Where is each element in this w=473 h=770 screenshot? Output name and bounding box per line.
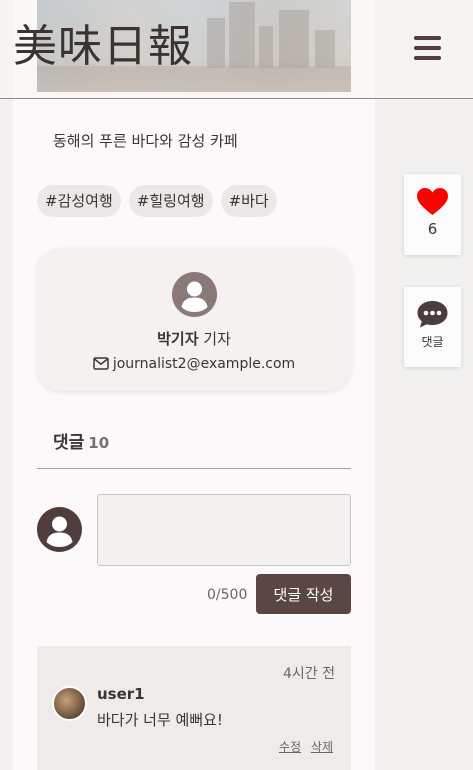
user-avatar-icon xyxy=(172,272,217,317)
tag-item[interactable]: #바다 xyxy=(220,185,277,217)
char-counter: 0/500 xyxy=(207,587,248,603)
current-user-avatar-icon xyxy=(37,507,82,552)
comments-count: 10 xyxy=(88,434,110,452)
tag-item[interactable]: #힐링여행 xyxy=(128,185,213,217)
comment-input[interactable] xyxy=(97,494,351,566)
comment-text: 바다가 너무 예뻐요! xyxy=(97,711,223,729)
commenter-name: user1 xyxy=(97,685,145,703)
author-email[interactable]: journalist2@example.com xyxy=(37,356,351,372)
hamburger-menu-icon[interactable] xyxy=(414,36,441,60)
comments-title: 댓글 xyxy=(53,433,85,453)
commenter-avatar xyxy=(52,686,87,721)
comment-item: 4시간 전 user1 바다가 너무 예뻐요! 수정 삭제 xyxy=(37,646,351,770)
comment-time: 4시간 전 xyxy=(283,666,335,682)
tag-item[interactable]: #감성여행 xyxy=(37,185,121,217)
edit-comment-link[interactable]: 수정 xyxy=(279,740,301,754)
heart-icon xyxy=(417,188,448,215)
like-button[interactable]: 6 xyxy=(404,174,461,255)
like-count: 6 xyxy=(427,220,438,238)
author-name-text: 박기자 xyxy=(157,330,199,348)
delete-comment-link[interactable]: 삭제 xyxy=(311,740,333,754)
divider xyxy=(37,468,351,469)
submit-comment-button[interactable]: 댓글 작성 xyxy=(256,574,351,614)
envelope-icon xyxy=(93,357,109,370)
comment-jump-button[interactable]: 댓글 xyxy=(404,287,461,367)
site-logo[interactable]: 美味日報 xyxy=(13,19,193,75)
author-role: 기자 xyxy=(203,330,231,348)
site-header: 美味日報 xyxy=(0,0,473,99)
comment-actions: 수정 삭제 xyxy=(273,738,333,755)
comment-jump-label: 댓글 xyxy=(421,335,444,349)
author-name: 박기자 기자 xyxy=(37,328,351,349)
comments-heading: 댓글 10 xyxy=(53,428,109,453)
author-card: 박기자 기자 journalist2@example.com xyxy=(37,249,351,391)
article-subtitle: 동해의 푸른 바다와 감성 카페 xyxy=(53,132,238,150)
author-email-text: journalist2@example.com xyxy=(112,356,296,372)
speech-bubble-icon xyxy=(417,301,448,328)
tag-list: #감성여행 #힐링여행 #바다 xyxy=(37,185,277,217)
